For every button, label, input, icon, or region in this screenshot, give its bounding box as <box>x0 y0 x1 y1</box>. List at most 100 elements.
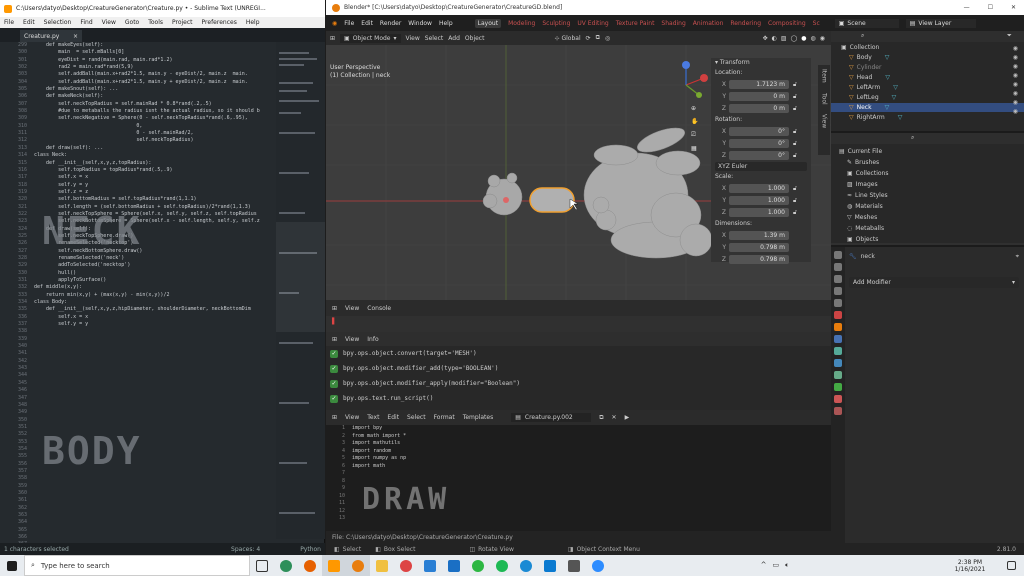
editor-type-icon[interactable]: ⊞ <box>332 336 337 343</box>
taskbar-firefox[interactable] <box>298 555 322 576</box>
editor-type-icon[interactable]: ⊞ <box>332 305 337 312</box>
pin-icon[interactable]: ⌖ <box>1016 253 1019 261</box>
location-z-field[interactable]: 0 m <box>729 104 789 113</box>
taskbar-vscode[interactable] <box>538 555 562 576</box>
lock-icon[interactable]: 🔓︎ <box>789 185 797 193</box>
pivot-icon[interactable]: ⟳ <box>586 35 591 42</box>
run-script-icon[interactable]: ▶ <box>625 414 630 421</box>
outliner-item[interactable]: ▽ Cylinder <box>849 63 881 72</box>
minimap[interactable] <box>276 42 325 539</box>
lock-icon[interactable]: 🔓︎ <box>789 81 797 89</box>
taskbar-clock[interactable]: 2:38 PM 1/16/2021 <box>940 559 1000 573</box>
console-menu-console[interactable]: Console <box>367 305 391 312</box>
location-x-field[interactable]: 1.7123 m <box>729 80 789 89</box>
eye-icon[interactable]: ◉ <box>1013 81 1018 88</box>
info-menu-view[interactable]: View <box>345 336 359 343</box>
shading-wire-icon[interactable]: ◯ <box>791 35 798 42</box>
object-icon[interactable] <box>834 323 842 331</box>
text-editor[interactable]: 1 2 3 4 5 6 7 8 9 10 11 12 13 import bpy from math im… <box>326 425 831 531</box>
file-browser-item[interactable]: ◌ Metaballs <box>847 224 884 233</box>
maximize-icon[interactable]: ☐ <box>988 4 993 11</box>
outliner-item-selected[interactable]: ▽ Neck ▽ <box>831 103 1024 112</box>
ws-modeling[interactable]: Modeling <box>508 20 535 27</box>
info-menu-info[interactable]: Info <box>367 336 378 343</box>
ws-shading[interactable]: Shading <box>661 20 685 27</box>
taskbar-edge[interactable] <box>274 555 298 576</box>
dimensions-z-field[interactable]: 0.798 m <box>729 255 789 264</box>
search-icon[interactable]: ⌕ <box>861 32 864 40</box>
taskbar-sublime[interactable] <box>322 555 346 576</box>
bl-menu-window[interactable]: Window <box>408 20 432 27</box>
rotation-y-field[interactable]: 0° <box>729 139 789 148</box>
info-log-entry[interactable]: ✓ bpy.ops.object.modifier_apply(modifier=… <box>330 377 830 390</box>
eye-icon[interactable]: ◉ <box>1013 108 1018 115</box>
scene-icon[interactable] <box>834 299 842 307</box>
notifications-button[interactable] <box>1000 555 1024 576</box>
code-editor[interactable]: def makeEyes(self): main = self.mBalls[0… <box>34 42 274 539</box>
info-log-entry[interactable]: ✓ bpy.ops.object.convert(target='MESH') <box>330 347 830 360</box>
lock-icon[interactable]: 🔓︎ <box>789 93 797 101</box>
lock-icon[interactable]: 🔓︎ <box>789 152 797 160</box>
rotation-z-field[interactable]: 0° <box>729 151 789 160</box>
shading-material-icon[interactable]: ◍ <box>811 35 816 42</box>
gizmo-icon[interactable]: ✥ <box>763 35 768 42</box>
header-menu-view[interactable]: View <box>406 35 420 42</box>
tab-view[interactable]: View <box>821 114 828 128</box>
rotation-mode-dropdown[interactable]: XYZ Euler <box>715 162 807 171</box>
add-modifier-dropdown[interactable]: Add Modifier ▾ <box>849 277 1019 288</box>
data-icon[interactable] <box>834 383 842 391</box>
scene-selector[interactable]: ▣ Scene <box>834 18 899 28</box>
taskbar-explorer[interactable] <box>370 555 394 576</box>
scale-y-field[interactable]: 1.000 <box>729 196 789 205</box>
taskbar-blender[interactable] <box>346 555 370 576</box>
output-icon[interactable] <box>834 275 842 283</box>
3d-viewport[interactable]: User Perspective (1) Collection | neck ⊕… <box>326 45 831 300</box>
bl-menu-help[interactable]: Help <box>439 20 453 27</box>
particles-icon[interactable] <box>834 347 842 355</box>
file-browser-item[interactable]: ▣ Objects <box>847 235 878 244</box>
shading-solid-icon[interactable]: ● <box>801 35 806 42</box>
blender-menu-icon[interactable]: ◉ <box>332 20 337 27</box>
lock-icon[interactable]: 🔓︎ <box>789 140 797 148</box>
taskbar-chrome[interactable] <box>394 555 418 576</box>
console-menu-view[interactable]: View <box>345 305 359 312</box>
header-menu-select[interactable]: Select <box>425 35 444 42</box>
lock-icon[interactable]: 🔓︎ <box>789 105 797 113</box>
constraints-icon[interactable] <box>834 371 842 379</box>
ws-scripting[interactable]: Sc <box>813 20 820 27</box>
editor-type-icon[interactable]: ⊞ <box>330 35 335 42</box>
location-y-field[interactable]: 0 m <box>729 92 789 101</box>
file-browser-item[interactable]: ▣ Collections <box>847 169 888 178</box>
tab-tool[interactable]: Tool <box>821 93 828 105</box>
network-icon[interactable]: ▭ <box>773 561 780 570</box>
camera-icon[interactable]: ⎚ <box>691 131 698 139</box>
zoom-icon[interactable]: ⊕ <box>691 105 698 112</box>
ws-uv-editing[interactable]: UV Editing <box>577 20 608 27</box>
orientation-dropdown[interactable]: ⊹ Global <box>554 35 580 42</box>
editor-type-icon[interactable]: ⊞ <box>332 414 337 421</box>
tool-icon[interactable] <box>834 251 842 259</box>
outliner-item[interactable]: ▽ LeftLeg ▽ <box>849 93 896 102</box>
file-browser-item[interactable]: ◍ Materials <box>847 202 883 211</box>
eye-icon[interactable]: ◉ <box>1013 54 1018 61</box>
task-view-button[interactable] <box>250 555 274 576</box>
world-icon[interactable] <box>834 311 842 319</box>
text-menu-templates[interactable]: Templates <box>463 414 494 421</box>
close-window-icon[interactable]: ✕ <box>1011 4 1016 11</box>
current-file-root[interactable]: ▤ Current File <box>839 147 882 156</box>
ws-animation[interactable]: Animation <box>693 20 724 27</box>
eye-icon[interactable]: ◉ <box>1013 90 1018 97</box>
eye-icon[interactable]: ◉ <box>1013 99 1018 106</box>
text-menu-format[interactable]: Format <box>434 414 455 421</box>
header-menu-object[interactable]: Object <box>465 35 485 42</box>
dimensions-y-field[interactable]: 0.798 m <box>729 243 789 252</box>
copy-icon[interactable]: ⧉ <box>599 414 603 422</box>
taskbar-spotify[interactable] <box>490 555 514 576</box>
overlay-icon[interactable]: ◐ <box>772 35 777 42</box>
ws-compositing[interactable]: Compositing <box>768 20 806 27</box>
lock-icon[interactable]: 🔓︎ <box>789 209 797 217</box>
tab-item[interactable]: Item <box>821 69 828 83</box>
ws-sculpting[interactable]: Sculpting <box>542 20 570 27</box>
text-menu-select[interactable]: Select <box>407 414 426 421</box>
lock-icon[interactable]: 🔓︎ <box>789 197 797 205</box>
